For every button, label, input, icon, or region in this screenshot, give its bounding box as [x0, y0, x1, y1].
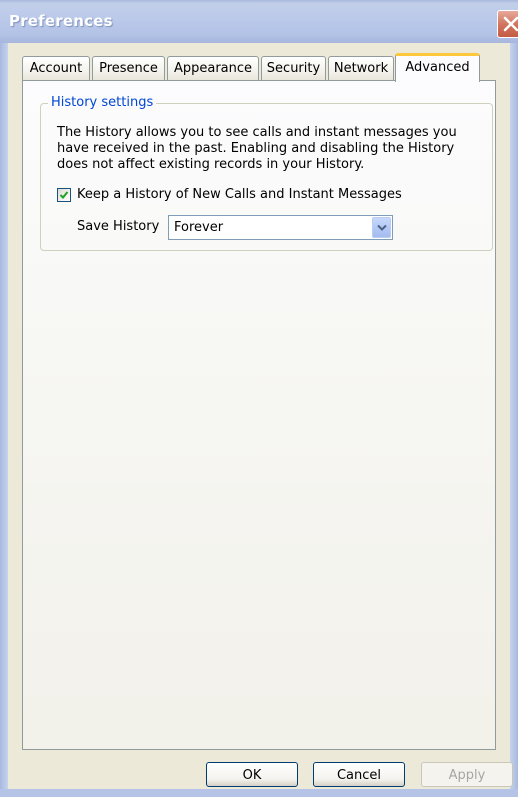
preferences-window: Preferences Account Presence Appearance … [0, 0, 518, 797]
tab-appearance[interactable]: Appearance [167, 56, 259, 80]
ok-button[interactable]: OK [206, 762, 298, 787]
close-button[interactable] [497, 10, 518, 38]
window-frame-bottom [0, 789, 518, 797]
checkmark-icon [59, 191, 69, 199]
dropdown-button[interactable] [372, 217, 391, 238]
apply-button[interactable]: Apply [421, 762, 513, 787]
tab-security[interactable]: Security [261, 56, 326, 80]
cancel-button[interactable]: Cancel [313, 762, 405, 787]
save-history-value: Forever [174, 220, 224, 235]
tab-presence[interactable]: Presence [92, 56, 165, 80]
window-frame-right [510, 43, 518, 797]
close-icon [503, 16, 518, 32]
history-description: The History allows you to see calls and … [57, 125, 457, 172]
keep-history-checkbox[interactable] [57, 188, 71, 202]
history-settings-title: History settings [48, 95, 157, 110]
tab-network[interactable]: Network [328, 56, 394, 80]
title-bar[interactable]: Preferences [0, 0, 518, 43]
window-frame-left [0, 43, 8, 797]
window-title: Preferences [9, 12, 113, 30]
chevron-down-icon [377, 224, 387, 231]
save-history-label: Save History [77, 219, 160, 234]
save-history-select[interactable]: Forever [168, 215, 393, 240]
keep-history-label[interactable]: Keep a History of New Calls and Instant … [77, 187, 402, 202]
tab-advanced[interactable]: Advanced [395, 53, 480, 82]
tab-account[interactable]: Account [22, 56, 90, 80]
